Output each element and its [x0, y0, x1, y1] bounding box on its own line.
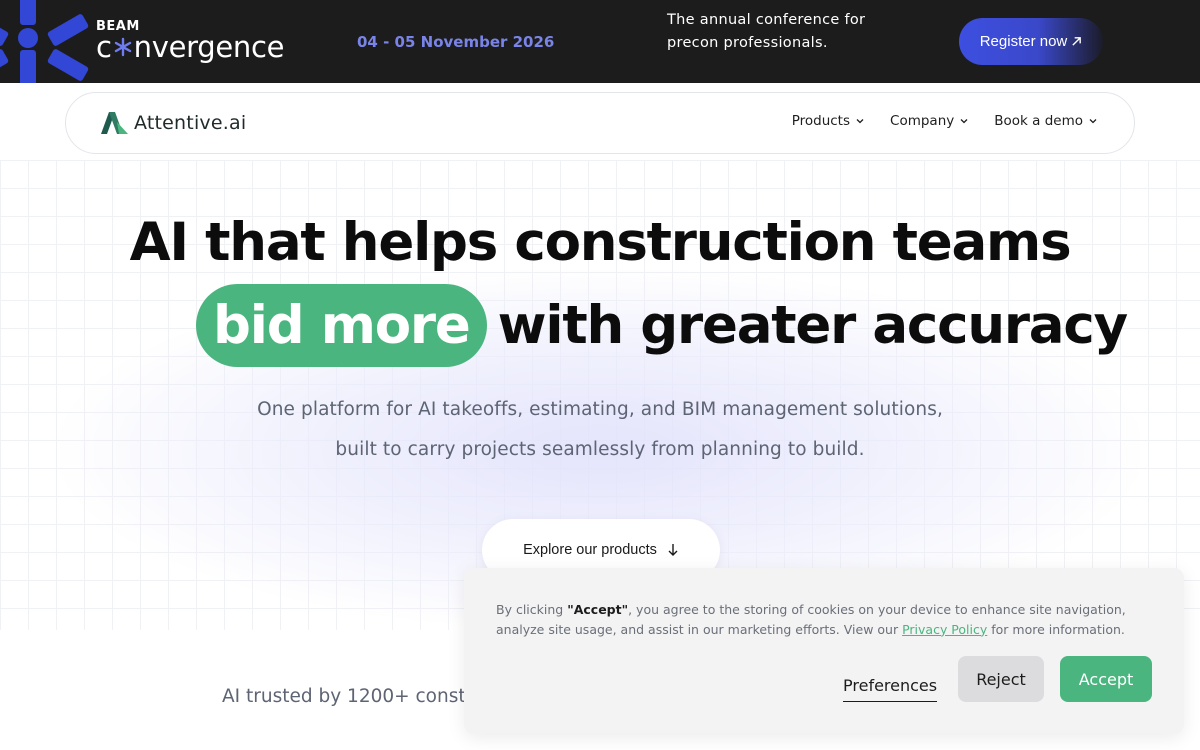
hero-title-line1: AI that helps construction teams — [129, 212, 1072, 273]
hero-subtitle-line1: One platform for AI takeoffs, estimating… — [257, 399, 943, 420]
nav-item-label: Products — [791, 113, 851, 129]
snowflake-decoration-icon — [0, 0, 89, 83]
brand-name: Attentive.ai — [134, 112, 247, 134]
conference-banner: BEAM c nvergence 04 - 05 November 2026 T… — [0, 0, 1200, 83]
explore-label: Explore our products — [523, 542, 657, 558]
reject-button[interactable]: Reject — [958, 656, 1044, 702]
nav-item-company[interactable]: Company — [890, 113, 969, 129]
chevron-down-icon — [1089, 119, 1097, 124]
preferences-button[interactable]: Preferences — [843, 666, 938, 702]
cookie-text-prefix: By clicking — [496, 602, 568, 617]
register-now-button[interactable]: Register now — [959, 18, 1103, 65]
arrow-up-right-icon — [1072, 37, 1082, 46]
attentive-logo-icon — [101, 112, 128, 134]
nav-item-label: Book a demo — [994, 113, 1083, 129]
accept-button[interactable]: Accept — [1060, 656, 1152, 702]
trusted-by-text: AI trusted by 1200+ const — [222, 686, 466, 707]
nav-menu: Products Company Book a demo — [792, 113, 1098, 129]
nav-item-products[interactable]: Products — [792, 113, 865, 129]
nav-item-label: Company — [890, 113, 955, 129]
conference-description: The annual conference for precon profess… — [667, 12, 866, 51]
snowflake-icon — [114, 37, 131, 57]
cookie-text-suffix: for more information. — [987, 621, 1125, 637]
cookie-message: By clicking "Accept", you agree to the s… — [496, 600, 1161, 639]
logo-convergence-text: c nvergence — [96, 30, 285, 64]
main-navigation: Attentive.ai Products Company Book a dem… — [65, 92, 1135, 154]
chevron-down-icon — [960, 119, 968, 124]
nav-item-book-demo[interactable]: Book a demo — [994, 113, 1098, 129]
privacy-policy-link[interactable]: Privacy Policy — [902, 622, 987, 637]
cookie-consent-panel: By clicking "Accept", you agree to the s… — [464, 568, 1184, 734]
attentive-logo[interactable]: Attentive.ai — [101, 112, 246, 134]
register-label: Register now — [979, 33, 1068, 50]
hero-title-rest: with greater accuracy — [497, 295, 1129, 356]
beam-convergence-logo[interactable]: BEAM c nvergence — [96, 20, 285, 64]
arrow-down-icon — [668, 544, 678, 556]
hero-highlight-pill: bid more — [196, 284, 487, 367]
hero-subtitle-line2: built to carry projects seamlessly from … — [335, 439, 865, 460]
hero-title-line2: bid more with greater accuracy — [196, 284, 1129, 367]
conference-date: 04 - 05 November 2026 — [357, 33, 555, 51]
chevron-down-icon — [856, 119, 864, 124]
cookie-accept-quote: "Accept" — [567, 602, 629, 617]
